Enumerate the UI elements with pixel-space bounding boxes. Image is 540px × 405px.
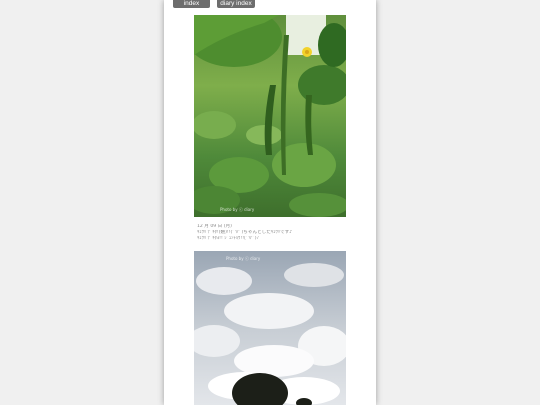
index-link[interactable]: index (173, 0, 210, 8)
diary-index-link[interactable]: diary index (217, 0, 255, 8)
cucumber-photo (194, 15, 346, 217)
sky-photo (194, 251, 346, 405)
photo-watermark: Photo by ⓒ diary (220, 207, 255, 212)
photo-watermark: Photo by ⓒ diary (226, 256, 261, 261)
entry-caption-line2: ｷｭｳﾘ ﾃﾞｷﾀﾖ!! ｼﾞｭﾝﾁｮｳ!!(ﾟ∀ﾟ)ﾉ (197, 236, 259, 241)
